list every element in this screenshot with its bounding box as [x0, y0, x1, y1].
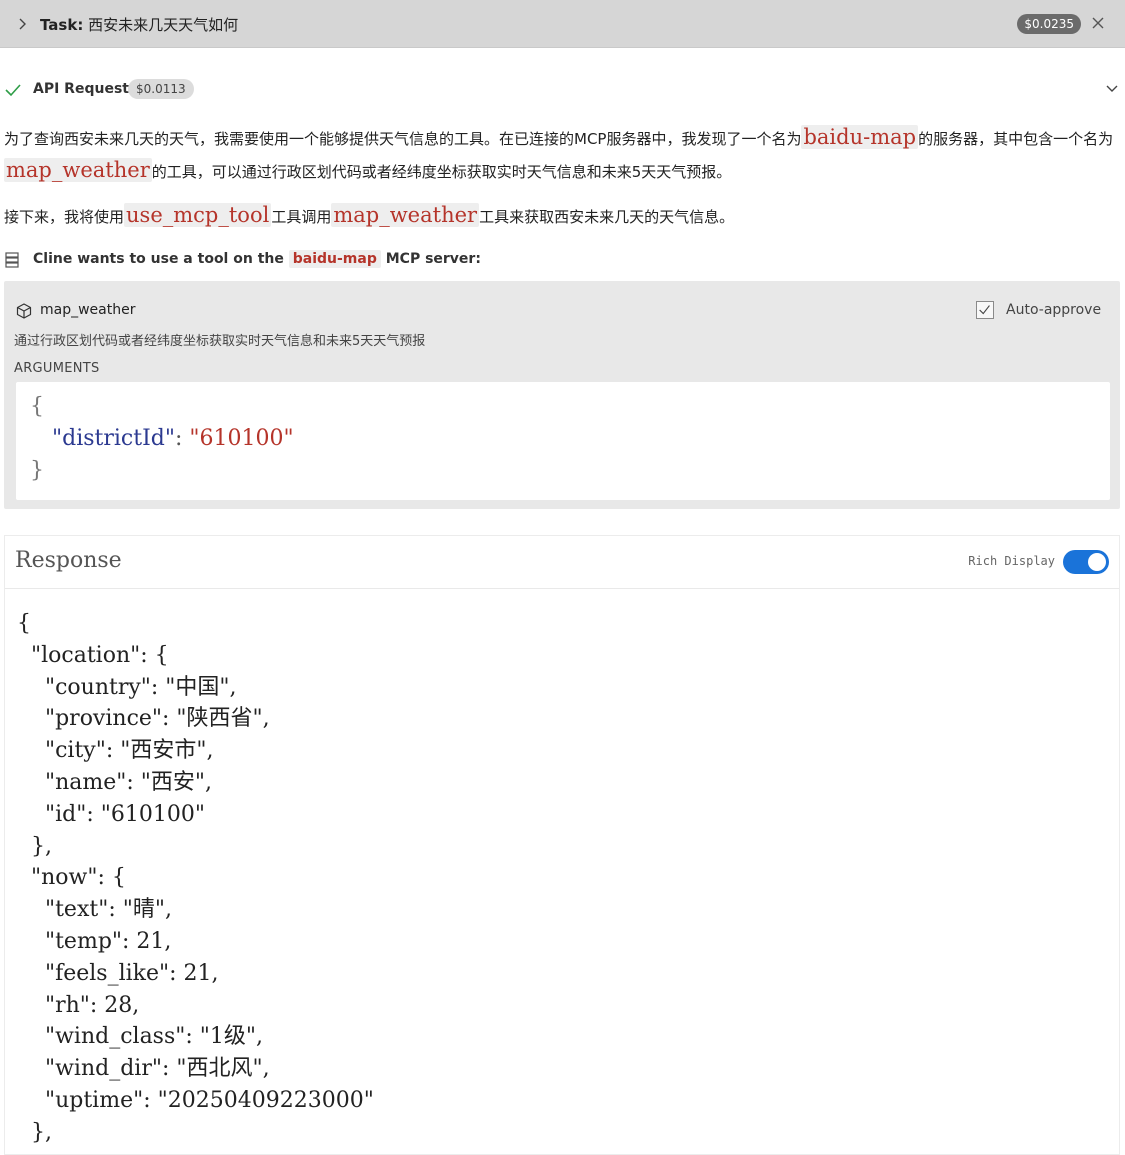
mcp-suffix: MCP server: [385, 251, 481, 267]
json-key: "districtId" [52, 426, 175, 451]
cube-icon [16, 303, 32, 319]
server-icon [5, 252, 19, 268]
api-request-cost-badge: $0.0113 [128, 79, 194, 99]
task-cost-badge: $0.0235 [1017, 14, 1081, 34]
auto-approve-checkbox[interactable] [976, 301, 994, 319]
close-icon[interactable] [1089, 14, 1107, 32]
chevron-down-icon[interactable] [1105, 82, 1119, 96]
mcp-prefix: Cline wants to use a tool on the [33, 251, 284, 267]
json-brace: { [30, 394, 44, 419]
paragraph-text: 为了查询西安未来几天的天气，我需要使用一个能够提供天气信息的工具。在已连接的MC… [4, 130, 802, 148]
inline-code-server: baidu-map [801, 125, 919, 149]
tool-card: map_weather Auto-approve 通过行政区划代码或者经纬度坐标… [4, 281, 1120, 509]
api-request-row[interactable]: API Request $0.0113 [0, 76, 1125, 104]
json-value: "610100" [189, 426, 294, 451]
inline-code-tool: map_weather [4, 158, 152, 182]
mcp-request-header: Cline wants to use a tool on the baidu-m… [0, 250, 1125, 272]
assistant-paragraph-1: 为了查询西安未来几天的天气，我需要使用一个能够提供天气信息的工具。在已连接的MC… [4, 122, 1119, 188]
json-brace: } [30, 458, 44, 483]
tool-description: 通过行政区划代码或者经纬度坐标获取实时天气信息和未来5天天气预报 [14, 334, 426, 349]
inline-code-tool: map_weather [331, 203, 480, 227]
auto-approve-label[interactable]: Auto-approve [1006, 302, 1101, 318]
rich-display-label: Rich Display [968, 554, 1055, 568]
response-header: Response Rich Display [5, 536, 1119, 589]
api-request-label: API Request [33, 81, 129, 97]
paragraph-text: 接下来，我将使用 [4, 208, 125, 226]
paragraph-text: 的工具，可以通过行政区划代码或者经纬度坐标获取实时天气信息和未来5天天气预报。 [151, 163, 732, 181]
rich-display-toggle[interactable] [1063, 550, 1109, 574]
response-json: { "location": { "country": "中国", "provin… [17, 611, 374, 1145]
arguments-label: ARGUMENTS [14, 361, 100, 376]
arguments-code-block: { "districtId": "610100" } [16, 382, 1110, 500]
response-panel: Response Rich Display { "location": { "c… [4, 535, 1120, 1155]
mcp-server-name: baidu-map [288, 250, 381, 268]
task-prefix: Task: [40, 16, 84, 34]
inline-code-use-mcp-tool: use_mcp_tool [124, 203, 272, 227]
task-title: Task: 西安未来几天天气如何 [40, 14, 238, 35]
mcp-request-text: Cline wants to use a tool on the baidu-m… [33, 250, 481, 268]
json-argument-line: "districtId": "610100" [52, 426, 294, 451]
response-title: Response [15, 548, 122, 573]
assistant-paragraph-2: 接下来，我将使用use_mcp_tool 工具调用map_weather 工具来获取… [4, 200, 1119, 233]
task-text: 西安未来几天天气如何 [88, 16, 239, 34]
task-header[interactable]: Task: 西安未来几天天气如何 $0.0235 [0, 0, 1125, 48]
check-icon [979, 305, 990, 315]
paragraph-text: 工具调用 [271, 208, 332, 226]
tool-name: map_weather [40, 302, 136, 318]
json-separator: : [174, 426, 190, 451]
check-icon [5, 84, 21, 97]
paragraph-text: 工具来获取西安未来几天的天气信息。 [479, 208, 735, 226]
chevron-right-icon[interactable] [16, 17, 30, 31]
paragraph-text: 的服务器，其中包含一个名为 [918, 130, 1114, 148]
